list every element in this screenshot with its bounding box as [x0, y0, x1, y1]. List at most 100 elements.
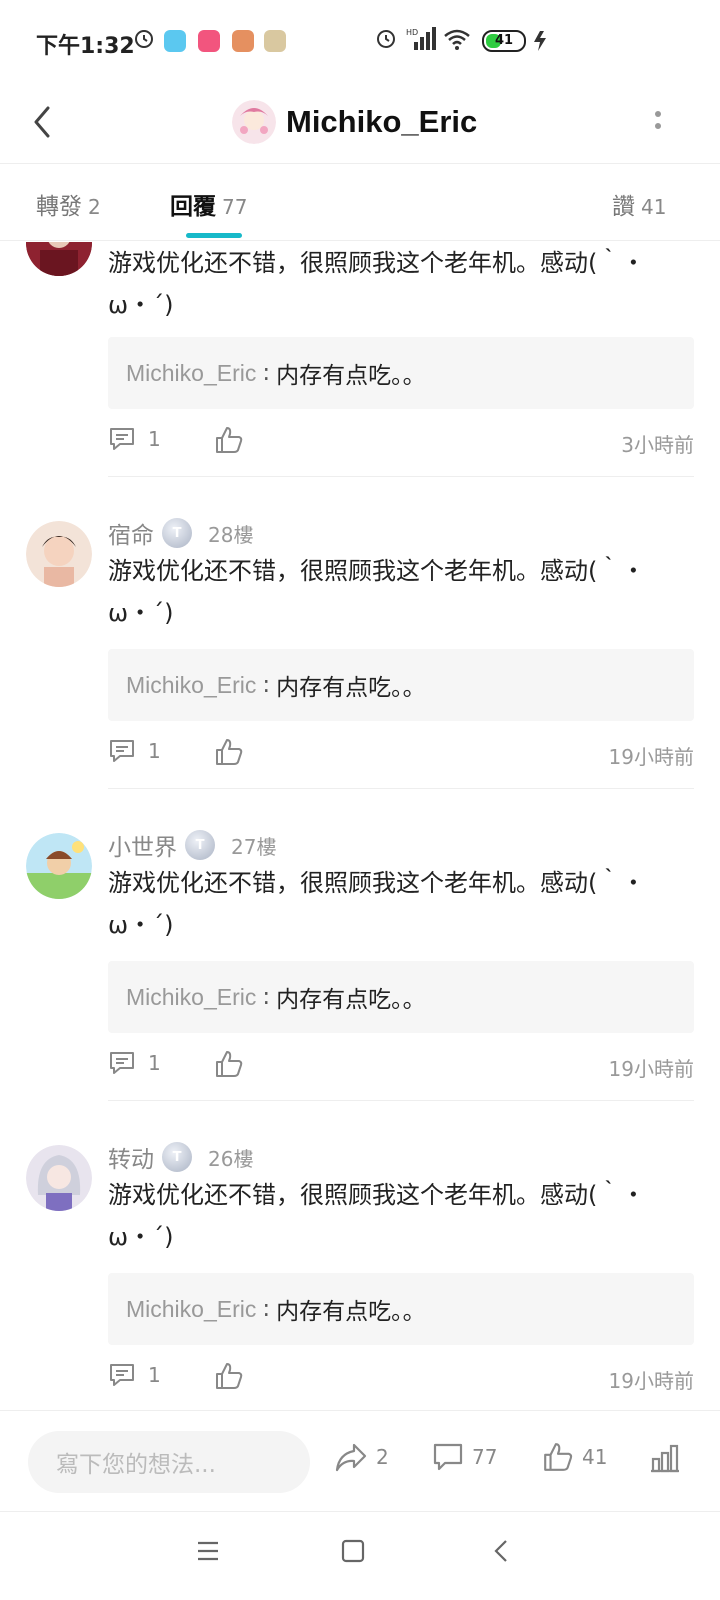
comment-button[interactable]: 1: [108, 1361, 161, 1389]
page-title: Michiko_Eric: [286, 104, 478, 139]
reply-time: 19小時前: [608, 1057, 694, 1081]
thumbs-up-icon[interactable]: [214, 425, 244, 455]
alarm-icon: [135, 30, 153, 48]
reply-time: 3小時前: [621, 433, 694, 457]
comment-button[interactable]: 1: [108, 1049, 161, 1077]
tab-replies[interactable]: 回覆 77: [170, 187, 247, 221]
list-item: 转动 T 26樓 游戏优化还不错，很照顾我这个老年机。感动(｀・ω・´) Mic…: [0, 1142, 720, 1410]
back-button[interactable]: [24, 94, 72, 150]
quote-text: 内存有点吃。。: [276, 363, 426, 389]
comment-button[interactable]: 1: [108, 737, 161, 765]
thumbs-up-icon[interactable]: [214, 737, 244, 767]
thumbs-up-icon[interactable]: [214, 1361, 244, 1391]
reply-list[interactable]: 游戏优化还不错，很照顾我这个老年机。感动(｀・ω・´) Michiko_Eric…: [0, 242, 720, 1410]
back-icon[interactable]: [490, 1537, 514, 1565]
reply-username[interactable]: 转动: [108, 1140, 154, 1174]
quote-separator: :: [262, 984, 271, 1010]
bar-chart-icon[interactable]: [648, 1443, 682, 1475]
tab-indicator: [186, 233, 242, 238]
share-icon: [335, 1443, 367, 1472]
tab-bar: 轉發 2 回覆 77 讚 41: [0, 165, 720, 241]
reply-actions: 1 19小時前: [108, 1049, 694, 1085]
reply-meta: 宿命 T 28樓: [108, 516, 254, 550]
quoted-reply[interactable]: Michiko_Eric : 内存有点吃。。: [108, 337, 694, 409]
reply-content: 游戏优化还不错，很照顾我这个老年机。感动(｀・ω・´): [108, 869, 646, 939]
level-badge-icon: T: [185, 830, 215, 860]
quote-user[interactable]: Michiko_Eric: [126, 1296, 256, 1323]
tab-label: 讚: [612, 194, 635, 220]
reply-content: 游戏优化还不错，很照顾我这个老年机。感动(｀・ω・´): [108, 1181, 646, 1251]
reply-actions: 1 19小時前: [108, 1361, 694, 1397]
reply-username[interactable]: 宿命: [108, 516, 154, 550]
tab-label: 回覆: [170, 194, 216, 220]
menu-icon[interactable]: [196, 1537, 220, 1565]
system-navigation-bar: [0, 1513, 720, 1600]
list-item: 小世界 T 27樓 游戏优化还不错，很照顾我这个老年机。感动(｀・ω・´) Mi…: [0, 830, 720, 1141]
alarm-icon: [377, 30, 395, 48]
comment-button[interactable]: 77: [432, 1441, 497, 1473]
share-button[interactable]: 2: [334, 1441, 389, 1473]
quoted-reply[interactable]: Michiko_Eric : 内存有点吃。。: [108, 1273, 694, 1345]
reply-time: 19小時前: [608, 1369, 694, 1393]
header-user[interactable]: Michiko_Eric: [232, 90, 477, 154]
avatar[interactable]: [232, 100, 276, 144]
quoted-reply[interactable]: Michiko_Eric : 内存有点吃。。: [108, 649, 694, 721]
floor-number: 28樓: [208, 522, 254, 547]
comment-count: 77: [472, 1445, 498, 1469]
reply-content: 游戏优化还不错，很照顾我这个老年机。感动(｀・ω・´): [108, 557, 646, 627]
thumbs-up-icon: [544, 1443, 573, 1471]
comment-icon: [110, 428, 134, 450]
avatar[interactable]: [26, 833, 92, 899]
divider: [108, 1100, 694, 1101]
quote-separator: :: [262, 672, 271, 698]
battery-percent: 41: [494, 33, 514, 48]
avatar[interactable]: [26, 242, 92, 276]
level-badge-icon: T: [162, 1142, 192, 1172]
comment-count: 1: [148, 1363, 161, 1387]
like-button[interactable]: 41: [542, 1441, 607, 1473]
level-badge-icon: T: [162, 518, 192, 548]
reply-username[interactable]: 小世界: [108, 828, 177, 862]
comment-icon: [110, 1364, 134, 1386]
quoted-reply[interactable]: Michiko_Eric : 内存有点吃。。: [108, 961, 694, 1033]
divider: [108, 476, 694, 477]
home-icon[interactable]: [340, 1537, 366, 1565]
page-header: Michiko_Eric: [0, 80, 720, 164]
status-bar: 下午1:32 HD 41: [0, 0, 720, 80]
reply-meta: 转动 T 26樓: [108, 1140, 253, 1174]
more-vertical-icon[interactable]: [650, 94, 690, 150]
list-item: 游戏优化还不错，很照顾我这个老年机。感动(｀・ω・´) Michiko_Eric…: [0, 242, 720, 477]
reply-time: 19小時前: [608, 745, 694, 769]
comment-count: 1: [148, 1051, 161, 1075]
quote-user[interactable]: Michiko_Eric: [126, 984, 256, 1011]
charging-icon: [534, 31, 546, 51]
comment-icon: [110, 1052, 134, 1074]
tab-label: 轉發: [36, 194, 82, 220]
bottom-action-bar: 寫下您的想法... 2 77 41: [0, 1410, 720, 1512]
app-notification-icon: [164, 30, 186, 52]
avatar[interactable]: [26, 1145, 92, 1211]
comment-icon: [110, 740, 134, 762]
quote-text: 内存有点吃。。: [276, 1299, 426, 1325]
app-notification-icon: [264, 30, 286, 52]
thumbs-up-icon[interactable]: [214, 1049, 244, 1079]
tab-reposts[interactable]: 轉發 2: [36, 187, 101, 221]
divider: [108, 788, 694, 789]
comment-icon: [433, 1443, 463, 1471]
wifi-icon: [444, 29, 470, 50]
tab-count: 77: [222, 195, 248, 219]
like-count: 41: [582, 1445, 608, 1469]
quote-user[interactable]: Michiko_Eric: [126, 672, 256, 699]
avatar[interactable]: [26, 521, 92, 587]
tab-likes[interactable]: 讚 41: [612, 187, 666, 221]
reply-content: 游戏优化还不错，很照顾我这个老年机。感动(｀・ω・´): [108, 249, 646, 319]
comment-button[interactable]: 1: [108, 425, 161, 453]
comment-input[interactable]: 寫下您的想法...: [28, 1431, 310, 1493]
quote-separator: :: [262, 1296, 271, 1322]
list-item: 宿命 T 28樓 游戏优化还不错，很照顾我这个老年机。感动(｀・ω・´) Mic…: [0, 518, 720, 829]
svg-text:HD: HD: [406, 28, 418, 37]
app-notification-icon: [232, 30, 254, 52]
reply-meta: 小世界 T 27樓: [108, 828, 276, 862]
comment-count: 1: [148, 739, 161, 763]
quote-user[interactable]: Michiko_Eric: [126, 360, 256, 387]
